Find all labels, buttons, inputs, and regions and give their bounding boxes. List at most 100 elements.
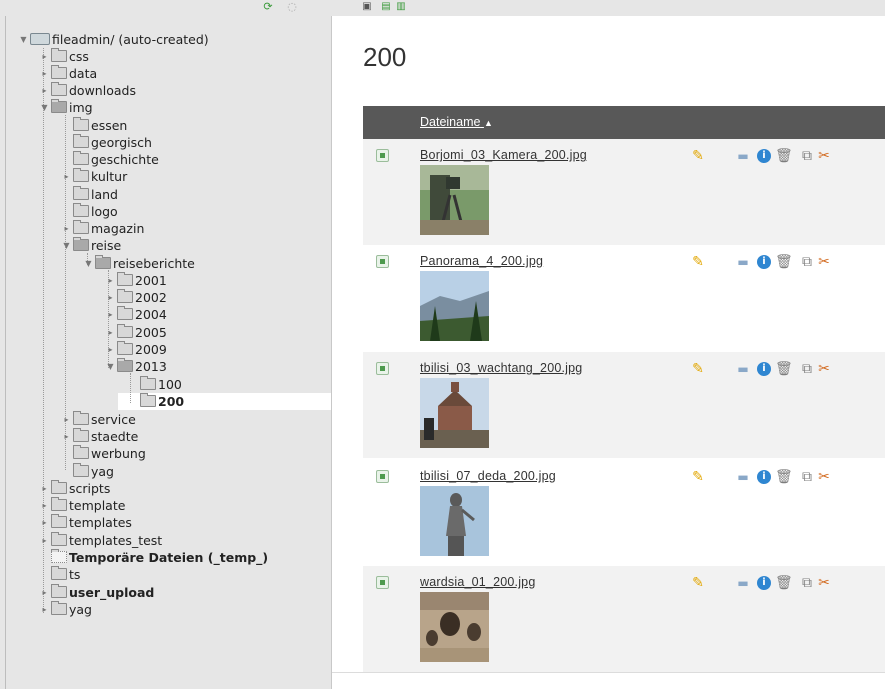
- thumbnail-image[interactable]: [420, 486, 489, 556]
- file-name-link[interactable]: Borjomi_03_Kamera_200.jpg: [420, 148, 587, 162]
- tree-item-2001[interactable]: ▸ 2001: [108, 272, 167, 289]
- tree-item-200-selected[interactable]: 200: [140, 393, 184, 410]
- collapsed-twisty-icon[interactable]: ▸: [40, 65, 49, 82]
- tree-item-yag[interactable]: ▸ yag: [42, 601, 92, 618]
- cut-icon[interactable]: ✂: [816, 361, 832, 377]
- tree-item-reise[interactable]: ▼ reise: [63, 237, 121, 254]
- tree-item-2013[interactable]: ▼ 2013: [107, 358, 167, 375]
- delete-icon[interactable]: 🗑: [775, 469, 793, 485]
- tree-item-template[interactable]: ▸ template: [42, 497, 125, 514]
- tree-item-2005[interactable]: ▸ 2005: [108, 324, 167, 341]
- info-icon[interactable]: i: [757, 470, 771, 484]
- expanded-twisty-icon[interactable]: ▼: [40, 99, 49, 116]
- collapsed-twisty-icon[interactable]: ▸: [40, 48, 49, 65]
- tree-item-img[interactable]: ▼ img: [41, 99, 93, 116]
- info-icon[interactable]: i: [757, 149, 771, 163]
- refresh-icon[interactable]: ⟳: [262, 1, 274, 13]
- tree-item-yag-inner[interactable]: yag: [73, 463, 114, 480]
- edit-icon[interactable]: ✎: [690, 469, 706, 485]
- collapsed-twisty-icon[interactable]: ▸: [106, 324, 115, 341]
- tree-item-logo[interactable]: logo: [73, 203, 118, 220]
- cut-icon[interactable]: ✂: [816, 575, 832, 591]
- collapsed-twisty-icon[interactable]: ▸: [106, 306, 115, 323]
- tree-item-ts[interactable]: ts: [51, 566, 80, 583]
- tree-item-staedte[interactable]: ▸ staedte: [64, 428, 138, 445]
- rename-icon[interactable]: ▬: [735, 469, 751, 485]
- rename-icon[interactable]: ▬: [735, 361, 751, 377]
- thumbnail-image[interactable]: [420, 378, 489, 448]
- tree-item-kultur[interactable]: ▸ kultur: [64, 168, 127, 185]
- file-name-link[interactable]: tbilisi_03_wachtang_200.jpg: [420, 361, 582, 375]
- tree-item-reiseberichte[interactable]: ▼ reiseberichte: [85, 255, 195, 272]
- tree-item-2004[interactable]: ▸ 2004: [108, 306, 167, 323]
- tree-item-service[interactable]: ▸ service: [64, 411, 136, 428]
- cut-icon[interactable]: ✂: [816, 148, 832, 164]
- collapsed-twisty-icon[interactable]: ▸: [40, 480, 49, 497]
- copy-icon[interactable]: ⧉: [799, 361, 815, 377]
- tree-item-fileadmin[interactable]: ▼ fileadmin/ (auto-created): [20, 31, 208, 48]
- copy-icon[interactable]: ⧉: [799, 148, 815, 164]
- expanded-twisty-icon[interactable]: ▼: [62, 237, 71, 254]
- tree-item-geschichte[interactable]: geschichte: [73, 151, 159, 168]
- edit-icon[interactable]: ✎: [690, 361, 706, 377]
- tree-item-werbung[interactable]: werbung: [73, 445, 146, 462]
- rename-icon[interactable]: ▬: [735, 148, 751, 164]
- file-name-link[interactable]: wardsia_01_200.jpg: [420, 575, 536, 589]
- upload-icon[interactable]: ▤: [380, 1, 392, 13]
- rename-icon[interactable]: ▬: [735, 254, 751, 270]
- tree-item-downloads[interactable]: ▸ downloads: [42, 82, 136, 99]
- collapsed-twisty-icon[interactable]: ▸: [40, 601, 49, 618]
- copy-icon[interactable]: ⧉: [799, 254, 815, 270]
- tree-item-data[interactable]: ▸ data: [42, 65, 97, 82]
- delete-icon[interactable]: 🗑: [775, 361, 793, 377]
- collapsed-twisty-icon[interactable]: ▸: [40, 497, 49, 514]
- copy-icon[interactable]: ⧉: [799, 575, 815, 591]
- collapsed-twisty-icon[interactable]: ▸: [106, 341, 115, 358]
- tree-item-scripts[interactable]: ▸ scripts: [42, 480, 110, 497]
- collapsed-twisty-icon[interactable]: ▸: [40, 532, 49, 549]
- cut-icon[interactable]: ✂: [816, 469, 832, 485]
- rename-icon[interactable]: ▬: [735, 575, 751, 591]
- cut-icon[interactable]: ✂: [816, 254, 832, 270]
- collapsed-twisty-icon[interactable]: ▸: [106, 289, 115, 306]
- tree-item-templates[interactable]: ▸ templates: [42, 514, 132, 531]
- delete-icon[interactable]: 🗑: [775, 575, 793, 591]
- thumbnail-image[interactable]: [420, 592, 489, 662]
- collapsed-twisty-icon[interactable]: ▸: [62, 168, 71, 185]
- new-folder-icon[interactable]: ▥: [395, 1, 407, 13]
- tree-item-land[interactable]: land: [73, 186, 118, 203]
- edit-icon[interactable]: ✎: [690, 148, 706, 164]
- info-icon[interactable]: i: [757, 362, 771, 376]
- expanded-twisty-icon[interactable]: ▼: [84, 255, 93, 272]
- tree-item-essen[interactable]: essen: [73, 117, 127, 134]
- edit-icon[interactable]: ✎: [690, 254, 706, 270]
- thumbnail-image[interactable]: [420, 271, 489, 341]
- info-icon[interactable]: i: [757, 576, 771, 590]
- tree-item-2009[interactable]: ▸ 2009: [108, 341, 167, 358]
- collapsed-twisty-icon[interactable]: ▸: [62, 428, 71, 445]
- collapsed-twisty-icon[interactable]: ▸: [40, 82, 49, 99]
- tree-item-temp[interactable]: Temporäre Dateien (_temp_): [51, 549, 268, 566]
- delete-icon[interactable]: 🗑: [775, 254, 793, 270]
- info-icon[interactable]: i: [757, 255, 771, 269]
- thumbnail-image[interactable]: [420, 165, 489, 235]
- file-name-link[interactable]: Panorama_4_200.jpg: [420, 254, 543, 268]
- tree-item-magazin[interactable]: ▸ magazin: [64, 220, 144, 237]
- tree-item-georgisch[interactable]: georgisch: [73, 134, 152, 151]
- collapsed-twisty-icon[interactable]: ▸: [62, 411, 71, 428]
- info-icon[interactable]: ◌: [286, 1, 298, 13]
- delete-icon[interactable]: 🗑: [775, 148, 793, 164]
- sort-by-filename-link[interactable]: Dateiname ▲: [420, 115, 493, 129]
- tree-item-2002[interactable]: ▸ 2002: [108, 289, 167, 306]
- expanded-twisty-icon[interactable]: ▼: [106, 358, 115, 375]
- copy-icon[interactable]: ⧉: [799, 469, 815, 485]
- file-name-link[interactable]: tbilisi_07_deda_200.jpg: [420, 469, 556, 483]
- new-file-icon[interactable]: ▣: [361, 1, 373, 13]
- expanded-twisty-icon[interactable]: ▼: [19, 31, 28, 48]
- tree-item-templates-test[interactable]: ▸ templates_test: [42, 532, 162, 549]
- tree-item-css[interactable]: ▸ css: [42, 48, 89, 65]
- collapsed-twisty-icon[interactable]: ▸: [40, 514, 49, 531]
- collapsed-twisty-icon[interactable]: ▸: [40, 584, 49, 601]
- tree-item-user-upload[interactable]: ▸ user_upload: [42, 584, 154, 601]
- edit-icon[interactable]: ✎: [690, 575, 706, 591]
